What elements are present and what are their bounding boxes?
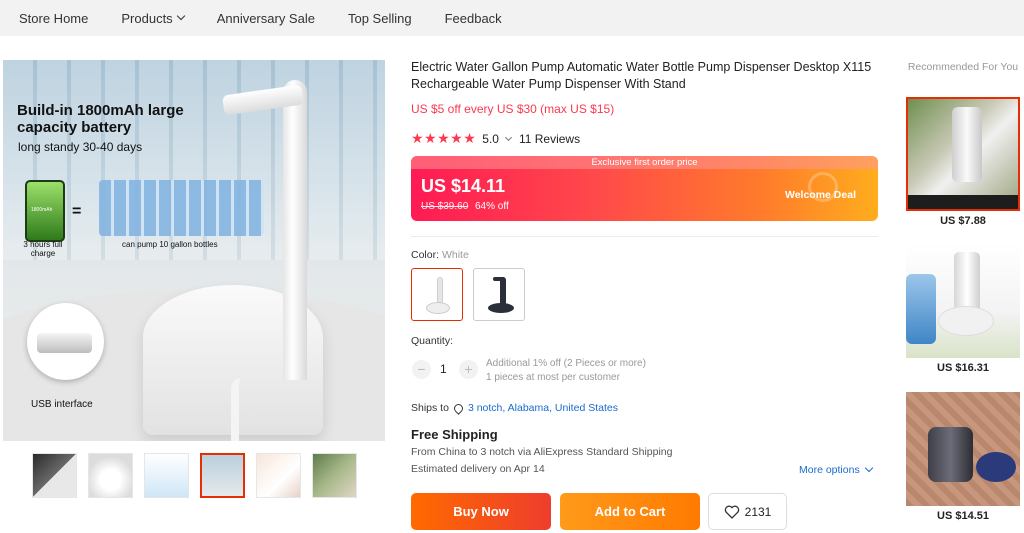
water-bottles-graphic	[99, 180, 264, 236]
color-label-text: Color:	[411, 249, 440, 261]
thumbnail[interactable]	[88, 453, 133, 498]
usb-plug-icon	[37, 333, 92, 353]
quantity-increase-button[interactable]: +	[459, 360, 478, 379]
color-label: Color: White	[411, 249, 469, 261]
recommended-image	[906, 392, 1020, 506]
recommended-title: Recommended For You	[907, 61, 1019, 73]
heart-icon	[724, 505, 739, 519]
thumbnail-active[interactable]	[200, 453, 245, 498]
location-pin-icon	[452, 401, 465, 415]
thumbnail[interactable]	[256, 453, 301, 498]
nav-label: Feedback	[444, 10, 502, 26]
quantity-note-limit: 1 pieces at most per customer	[486, 372, 620, 383]
ships-to-label: Ships to	[411, 402, 449, 414]
nav-label: Products	[121, 10, 173, 26]
recommended-item[interactable]: US $7.88	[906, 97, 1020, 227]
recommended-item[interactable]: US $14.51	[906, 392, 1020, 522]
quantity-label: Quantity:	[411, 335, 454, 347]
usb-caption: USB interface	[31, 399, 93, 410]
pump-pole	[283, 80, 307, 380]
current-price: US $14.11	[421, 176, 506, 196]
estimated-delivery: Estimated delivery on Apr 14	[411, 463, 545, 475]
chevron-down-icon	[176, 11, 185, 21]
battery-icon: 1800mAh	[25, 180, 65, 242]
more-options-link[interactable]: More options	[799, 463, 873, 476]
product-title: Electric Water Gallon Pump Automatic Wat…	[411, 60, 872, 91]
pump-base	[488, 303, 514, 313]
nav-store-home[interactable]: Store Home	[0, 11, 88, 26]
add-to-cart-button[interactable]: Add to Cart	[560, 493, 700, 530]
nav-feedback[interactable]: Feedback	[426, 11, 502, 26]
usb-cable	[231, 378, 253, 441]
recommended-image	[906, 97, 1020, 211]
more-options-label: More options	[799, 464, 860, 476]
image-headline: Build-in 1800mAh large capacity battery	[17, 102, 184, 136]
quantity-value[interactable]: 1	[440, 362, 447, 376]
nav-label: Anniversary Sale	[216, 10, 315, 26]
ships-to-destination[interactable]: 3 notch, Alabama, United States	[468, 402, 618, 414]
recommended-image	[906, 244, 1020, 358]
bottles-caption: can pump 10 gallon bottles	[122, 240, 218, 249]
thumbnail[interactable]	[312, 453, 357, 498]
chevron-down-icon[interactable]	[504, 133, 512, 141]
recommended-price: US $7.88	[940, 215, 986, 227]
quantity-note: Additional 1% off (2 Pieces or more) 1 p…	[486, 357, 646, 385]
free-shipping-title: Free Shipping	[411, 427, 498, 442]
chevron-down-icon	[864, 463, 873, 473]
image-subline: long standy 30-40 days	[18, 140, 143, 154]
thumbnail[interactable]	[144, 453, 189, 498]
color-swatch-black[interactable]	[473, 268, 525, 321]
thumbnail[interactable]	[32, 453, 77, 498]
battery-label: 1800mAh	[31, 207, 53, 213]
recommended-item[interactable]: US $16.31	[906, 244, 1020, 374]
usb-detail-circle	[27, 303, 104, 380]
recommended-price: US $14.51	[937, 510, 989, 522]
nav-top-selling[interactable]: Top Selling	[329, 11, 412, 26]
nav-label: Store Home	[19, 10, 89, 26]
nav-label: Top Selling	[347, 10, 412, 26]
nav-products[interactable]: Products	[102, 10, 185, 26]
store-nav: Store Home Products Anniversary Sale Top…	[0, 0, 1024, 36]
welcome-deal-label: Welcome Deal	[784, 189, 856, 201]
color-value: White	[441, 249, 469, 261]
price-banner: Exclusive first order price	[411, 156, 878, 169]
rating-value[interactable]: 5.0	[482, 132, 499, 146]
rating-row: ★★★★★ 5.0 11 Reviews	[411, 130, 580, 147]
star-rating-icon: ★★★★★	[411, 130, 477, 146]
quantity-decrease-button[interactable]: −	[412, 360, 431, 379]
nav-anniversary-sale[interactable]: Anniversary Sale	[198, 11, 315, 26]
reviews-link[interactable]: 11 Reviews	[519, 132, 580, 146]
equals-sign: =	[72, 203, 82, 220]
wishlist-button[interactable]: 2131	[708, 493, 787, 530]
thumbnail-strip	[32, 453, 368, 498]
original-price: US $39.60	[421, 201, 469, 212]
store-promo[interactable]: US $5 off every US $30 (max US $15)	[411, 102, 614, 116]
recommended-price: US $16.31	[937, 362, 989, 374]
shipping-route: From China to 3 notch via AliExpress Sta…	[411, 446, 673, 458]
discount-percent: 64% off	[475, 201, 509, 212]
pump-base	[426, 302, 450, 314]
ships-to-row: Ships to 3 notch, Alabama, United States	[411, 401, 618, 415]
charge-caption: 3 hours full charge	[23, 240, 63, 258]
wishlist-count: 2131	[744, 504, 772, 519]
buy-now-button[interactable]: Buy Now	[411, 493, 551, 530]
main-product-image[interactable]: Build-in 1800mAh large capacity battery …	[3, 60, 385, 441]
quantity-note-discount: Additional 1% off (2 Pieces or more)	[486, 358, 646, 369]
price-box: Exclusive first order price US $14.11 US…	[411, 156, 878, 221]
color-swatch-white[interactable]	[411, 268, 463, 321]
divider	[411, 236, 878, 237]
